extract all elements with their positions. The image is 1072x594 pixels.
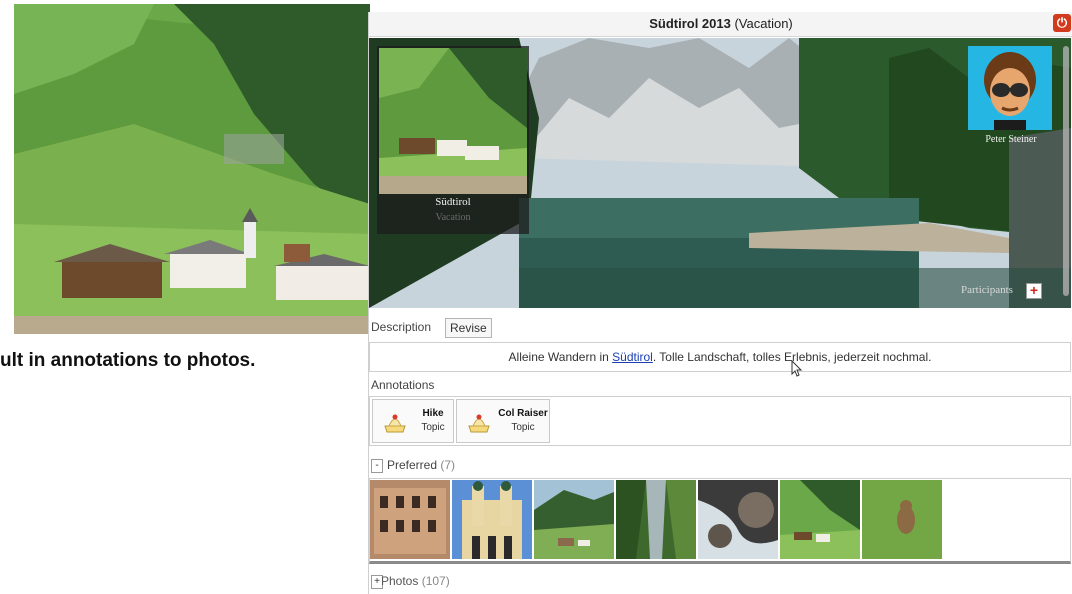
photos-label: Photos (107) bbox=[381, 574, 450, 588]
avatar bbox=[968, 46, 1052, 130]
participant-name: Peter Steiner bbox=[985, 134, 1037, 145]
cursor-icon bbox=[791, 360, 803, 377]
preferred-label: Preferred (7) bbox=[387, 458, 455, 472]
annotation-hike[interactable]: Hike Topic bbox=[372, 399, 454, 443]
topic-icon bbox=[468, 414, 490, 433]
photos-count: (107) bbox=[421, 574, 450, 588]
album-thumbnail-image bbox=[379, 48, 527, 194]
album-cover-image: Südtirol Vacation Peter Steiner Particip… bbox=[369, 38, 1071, 308]
preferred-collapse-toggle[interactable]: - bbox=[371, 459, 383, 473]
hero-scrollbar[interactable] bbox=[1063, 46, 1069, 296]
preferred-count: (7) bbox=[440, 458, 456, 472]
annotations-list: Hike Topic Col Raiser Topic bbox=[369, 396, 1071, 446]
album-panel: Südtirol 2013 (Vacation) ⏻ Südtirol Vaca… bbox=[368, 12, 1072, 594]
annotation-kind: Topic bbox=[421, 422, 445, 433]
slide-caption: ult in annotations to photos. bbox=[0, 350, 256, 371]
slide-landscape-photo bbox=[14, 4, 370, 334]
preferred-label-text: Preferred bbox=[387, 458, 438, 472]
description-link[interactable]: Südtirol bbox=[612, 350, 653, 364]
preferred-photo-strip bbox=[369, 478, 1071, 564]
window-titlebar: Südtirol 2013 (Vacation) ⏻ bbox=[369, 12, 1072, 37]
album-thumbnail-card[interactable]: Südtirol Vacation bbox=[377, 46, 529, 234]
annotation-col-raiser[interactable]: Col Raiser Topic bbox=[456, 399, 550, 443]
preferred-photo[interactable] bbox=[452, 480, 532, 559]
participant-card[interactable]: Peter Steiner bbox=[965, 46, 1057, 158]
description-text: Alleine Wandern in Südtirol. Tolle Lands… bbox=[369, 342, 1071, 372]
album-type: (Vacation) bbox=[730, 16, 793, 31]
participants-link[interactable]: Participants bbox=[961, 284, 1013, 296]
annotation-name: Hike bbox=[422, 408, 444, 419]
preferred-photo[interactable] bbox=[780, 480, 860, 559]
preferred-photo[interactable] bbox=[862, 480, 942, 559]
description-text-before: Alleine Wandern in bbox=[508, 350, 613, 364]
preferred-photo[interactable] bbox=[534, 480, 614, 559]
annotation-name: Col Raiser bbox=[498, 408, 548, 419]
preferred-photo[interactable] bbox=[616, 480, 696, 559]
plus-icon[interactable]: + bbox=[1026, 283, 1042, 299]
annotations-label: Annotations bbox=[371, 378, 435, 392]
description-label: Description bbox=[371, 320, 432, 334]
topic-icon bbox=[384, 414, 406, 433]
annotation-kind: Topic bbox=[511, 422, 535, 433]
photos-label-text: Photos bbox=[381, 574, 419, 588]
revise-button[interactable]: Revise bbox=[445, 318, 492, 338]
album-thumbnail-title: Südtirol bbox=[435, 196, 471, 208]
album-thumbnail-subtitle: Vacation bbox=[435, 212, 471, 223]
preferred-photo[interactable] bbox=[370, 480, 450, 559]
power-icon[interactable]: ⏻ bbox=[1053, 14, 1071, 32]
album-title: Südtirol 2013 bbox=[649, 16, 731, 31]
preferred-photo[interactable] bbox=[698, 480, 778, 559]
